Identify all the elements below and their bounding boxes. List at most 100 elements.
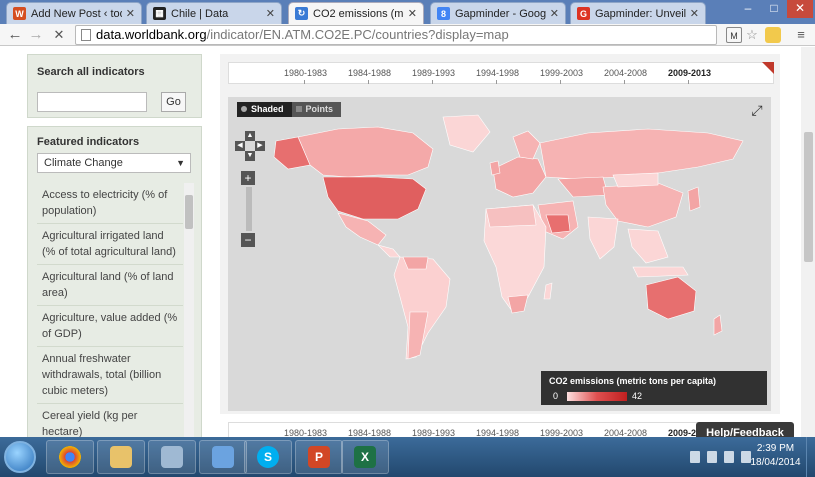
address-bar[interactable]: data.worldbank.org/indicator/EN.ATM.CO2E…: [75, 25, 717, 45]
timeline-tick: [304, 80, 305, 84]
timeline-period[interactable]: 2004-2008: [604, 68, 647, 78]
timeline-period[interactable]: 2009-2013: [668, 68, 711, 78]
timeline-period[interactable]: 1994-1998: [476, 68, 519, 78]
chevron-down-icon: ▼: [176, 158, 185, 168]
timeline-period[interactable]: 2004-2008: [604, 428, 647, 437]
timeline-tick: [560, 80, 561, 84]
tab-title: Add New Post ‹ tools4: [31, 7, 122, 20]
search-input[interactable]: [37, 92, 147, 112]
category-select-value: Climate Change: [44, 157, 123, 169]
timeline-tick: [688, 80, 689, 84]
taskbar-calculator[interactable]: [148, 440, 196, 474]
timeline-tick: [496, 80, 497, 84]
maximize-button[interactable]: □: [761, 0, 787, 18]
points-icon: [295, 106, 302, 112]
tab-points[interactable]: Points: [291, 102, 342, 117]
legend-min: 0: [553, 391, 559, 401]
legend-max: 42: [632, 391, 643, 401]
pan-left-icon[interactable]: ◀: [235, 141, 245, 151]
minimize-button[interactable]: –: [735, 0, 761, 18]
search-panel: Search all indicators Go: [27, 54, 202, 118]
timeline-top[interactable]: 1980-1983 1984-1988 1989-1993 1994-1998 1999…: [228, 62, 774, 84]
timeline-period[interactable]: 2009-2: [668, 428, 696, 437]
menu-icon[interactable]: ≡: [793, 27, 809, 43]
timeline-bottom[interactable]: 1980-1983 1984-1988 1989-1993 1994-1998 1999…: [228, 422, 774, 437]
network-icon[interactable]: [724, 451, 734, 463]
timeline-period[interactable]: 1989-1993: [412, 68, 455, 78]
timeline-tick: [624, 80, 625, 84]
taskbar-powerpoint[interactable]: P: [295, 440, 343, 474]
taskbar-explorer[interactable]: [97, 440, 145, 474]
category-select[interactable]: Climate Change ▼: [37, 153, 191, 173]
map-view-tabs: Shaded Points: [237, 102, 342, 117]
timeline-period[interactable]: 1980-1983: [284, 68, 327, 78]
close-tab-icon[interactable]: ✕: [266, 7, 275, 20]
stop-loading-button[interactable]: ✕: [50, 26, 68, 44]
fullscreen-icon[interactable]: ⤢: [749, 102, 765, 118]
back-button[interactable]: ←: [6, 26, 24, 44]
taskbar-skype[interactable]: S: [244, 440, 292, 474]
timeline-period[interactable]: 1994-1998: [476, 428, 519, 437]
indicator-item[interactable]: Cereal yield (kg per hectare): [37, 404, 183, 437]
indicator-scroll-thumb[interactable]: [185, 195, 193, 229]
timeline-period[interactable]: 1999-2003: [540, 428, 583, 437]
indicator-scrollbar[interactable]: [184, 183, 194, 437]
world-map[interactable]: Shaded Points ⤢ ▲ ◀ ▶ ▼ + − CO2 emission…: [228, 97, 771, 411]
browser-tab[interactable]: W Add New Post ‹ tools4 ✕: [6, 2, 142, 24]
browser-tab[interactable]: ↻ CO2 emissions (metric ✕: [288, 2, 424, 24]
pan-control[interactable]: ▲ ◀ ▶ ▼: [235, 131, 265, 161]
tray-icon-1[interactable]: [690, 451, 700, 463]
bookmark-star-icon[interactable]: ☆: [744, 27, 760, 43]
pan-up-icon[interactable]: ▲: [245, 131, 255, 141]
indicator-item[interactable]: Agricultural irrigated land (% of total …: [37, 224, 183, 265]
indicator-item[interactable]: Agricultural land (% of land area): [37, 265, 183, 306]
close-window-button[interactable]: ✕: [787, 0, 813, 18]
tab-title: Chile | Data: [171, 7, 229, 20]
pan-right-icon[interactable]: ▶: [255, 141, 265, 151]
timeline-period[interactable]: 1984-1988: [348, 428, 391, 437]
timeline-period[interactable]: 1980-1983: [284, 428, 327, 437]
pan-down-icon[interactable]: ▼: [245, 151, 255, 161]
favicon-icon: 8: [437, 7, 450, 20]
forward-button[interactable]: →: [27, 26, 45, 44]
close-tab-icon[interactable]: ✕: [126, 7, 135, 20]
url-host: data.worldbank.org: [96, 27, 207, 42]
zoom-in-button[interactable]: +: [241, 171, 255, 185]
tab-shaded[interactable]: Shaded: [237, 102, 292, 117]
timeline-period[interactable]: 1999-2003: [540, 68, 583, 78]
clock[interactable]: 2:39 PM 18/04/2014: [748, 442, 803, 470]
map-region-central-america: [376, 244, 401, 258]
tray-icon-2[interactable]: [707, 451, 717, 463]
page-scrollbar[interactable]: [801, 47, 815, 437]
indicator-list: Access to electricity (% of population) A…: [37, 183, 183, 437]
browser-tab[interactable]: ▦ Chile | Data ✕: [146, 2, 282, 24]
indicator-item[interactable]: Annual freshwater withdrawals, total (bi…: [37, 347, 183, 404]
clock-date: 18/04/2014: [750, 457, 801, 468]
close-tab-icon[interactable]: ✕: [550, 7, 559, 20]
page-scroll-thumb[interactable]: [804, 132, 813, 262]
browser-tab[interactable]: 8 Gapminder - Google S ✕: [430, 2, 566, 24]
indicator-item[interactable]: Access to electricity (% of population): [37, 183, 183, 224]
timeline-period[interactable]: 1989-1993: [412, 428, 455, 437]
zoom-slider[interactable]: [246, 187, 252, 231]
extension-icon[interactable]: M: [726, 27, 742, 43]
taskbar-excel[interactable]: X: [341, 440, 389, 474]
extension-robot-icon[interactable]: [765, 27, 781, 43]
map-region-usa: [322, 176, 427, 220]
close-tab-icon[interactable]: ✕: [690, 7, 699, 20]
close-tab-icon[interactable]: ✕: [408, 7, 417, 20]
featured-title: Featured indicators: [37, 136, 140, 148]
taskbar-notepad[interactable]: [199, 440, 247, 474]
start-button[interactable]: [4, 441, 36, 473]
show-desktop-button[interactable]: [806, 437, 815, 477]
calculator-icon: [161, 446, 183, 468]
taskbar-chrome[interactable]: [46, 440, 94, 474]
legend-title: CO2 emissions (metric tons per capita): [549, 376, 717, 386]
timeline-period[interactable]: 1984-1988: [348, 68, 391, 78]
browser-tab[interactable]: G Gapminder: Unveiling ✕: [570, 2, 706, 24]
map-region-scandinavia: [512, 130, 541, 160]
go-button[interactable]: Go: [161, 92, 186, 112]
tab-title: CO2 emissions (metric: [313, 7, 404, 20]
zoom-out-button[interactable]: −: [241, 233, 255, 247]
indicator-item[interactable]: Agriculture, value added (% of GDP): [37, 306, 183, 347]
